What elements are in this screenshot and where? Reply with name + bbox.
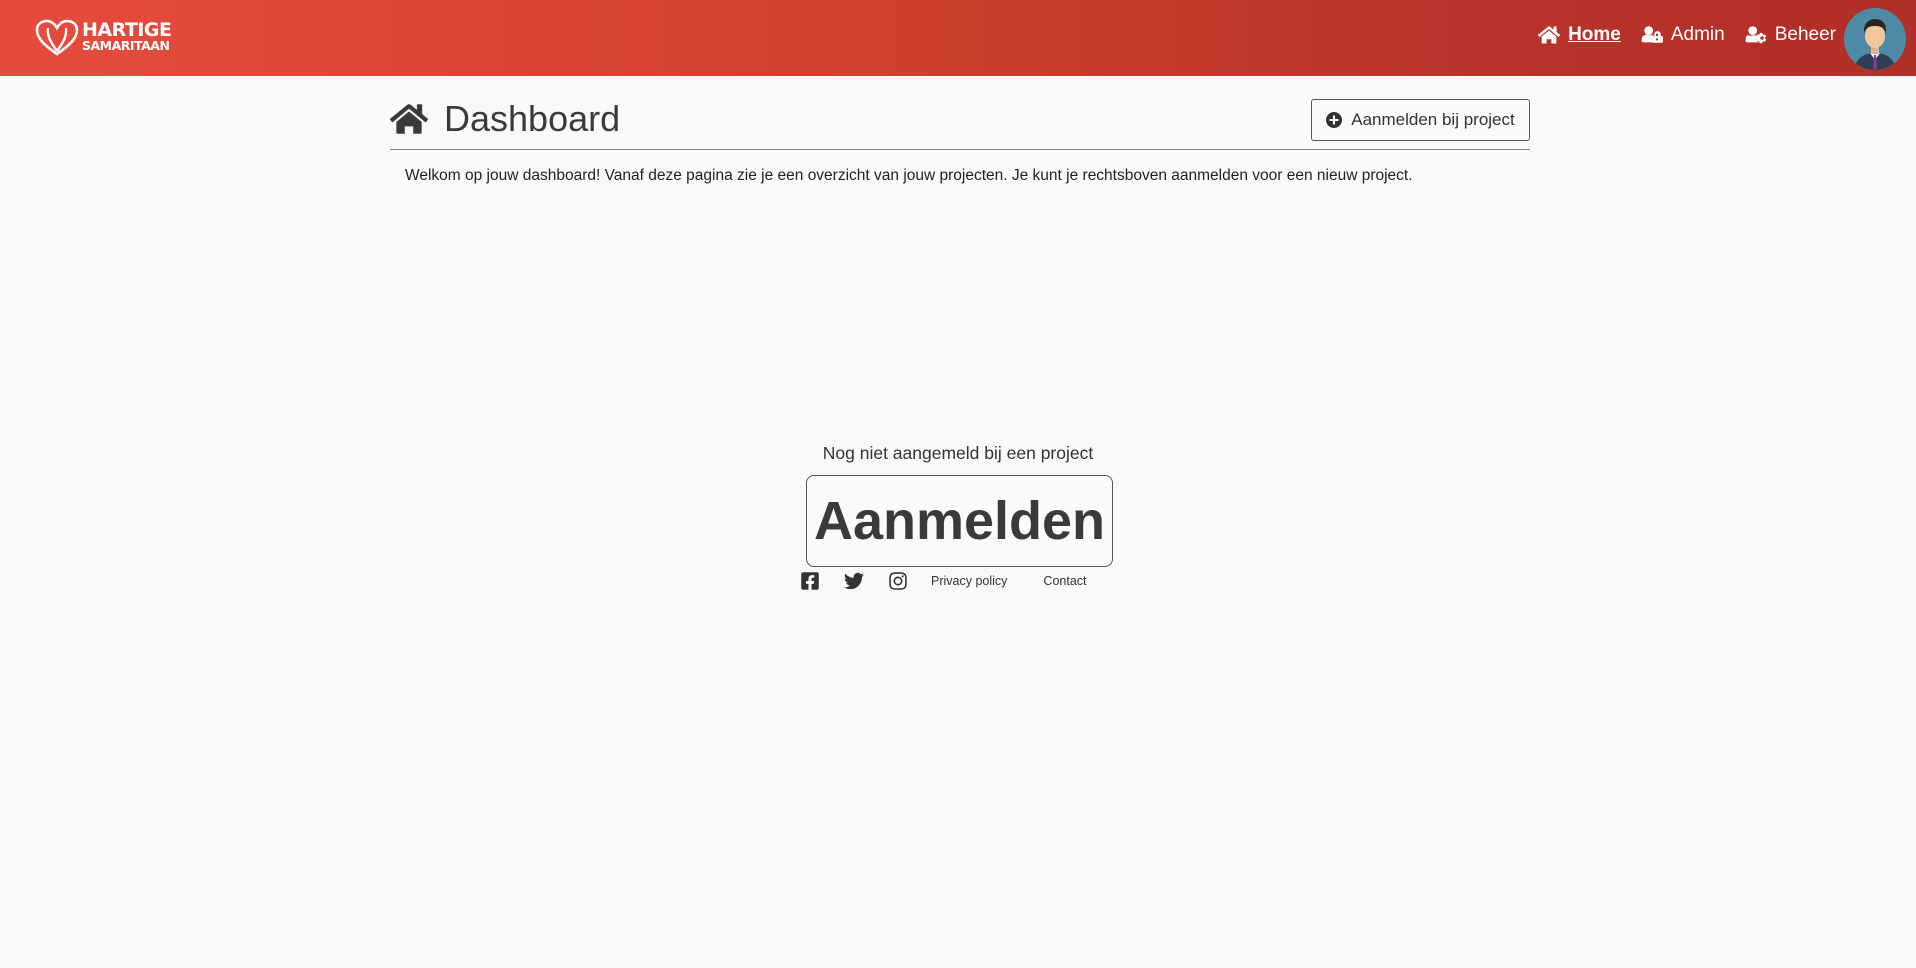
avatar-person-icon [1844, 8, 1906, 70]
nav-admin-label: Admin [1670, 24, 1725, 45]
nav-beheer[interactable]: Beheer [1745, 24, 1836, 46]
home-icon [1538, 26, 1561, 44]
aanmelden-button[interactable]: Aanmelden [806, 475, 1113, 567]
page-title-text: Dashboard [444, 98, 621, 139]
plus-circle-icon [1326, 112, 1343, 128]
main-container: Dashboard Aanmelden bij project Welkom o… [390, 76, 1530, 184]
welcome-text: Welkom op jouw dashboard! Vanaf deze pag… [405, 167, 1413, 184]
brand-line-1: HARTIGE [82, 19, 172, 41]
home-icon [390, 104, 428, 134]
empty-state-message: Nog niet aangemeld bij een project [822, 443, 1094, 463]
heart-logo-icon [35, 19, 79, 56]
user-avatar[interactable] [1844, 8, 1906, 70]
footer: Privacy policy Contact [800, 570, 1087, 592]
user-cog-icon [1745, 26, 1766, 44]
nav-admin[interactable]: Admin [1641, 24, 1725, 46]
top-navbar: HARTIGE SAMARITAAN Home Admin Beheer [0, 0, 1916, 76]
join-project-label: Aanmelden bij project [1351, 110, 1515, 129]
brand-line-2: SAMARITAAN [82, 38, 170, 53]
brand-logo[interactable]: HARTIGE SAMARITAAN [34, 18, 172, 58]
page-header: Dashboard Aanmelden bij project [390, 76, 1530, 150]
privacy-policy-link[interactable]: Privacy policy [931, 574, 1007, 588]
join-project-button[interactable]: Aanmelden bij project [1311, 99, 1530, 141]
brand-wordmark: HARTIGE SAMARITAAN [82, 19, 172, 54]
nav-home-label: Home [1568, 24, 1621, 45]
facebook-icon[interactable] [800, 571, 820, 591]
contact-link[interactable]: Contact [1043, 574, 1086, 588]
instagram-icon[interactable] [888, 571, 908, 591]
nav-beheer-label: Beheer [1774, 24, 1836, 45]
twitter-icon[interactable] [844, 571, 864, 591]
nav-home[interactable]: Home [1538, 24, 1621, 46]
page-title: Dashboard [390, 98, 620, 140]
main-nav: Home Admin Beheer [1538, 0, 1836, 70]
user-lock-icon [1641, 26, 1663, 43]
